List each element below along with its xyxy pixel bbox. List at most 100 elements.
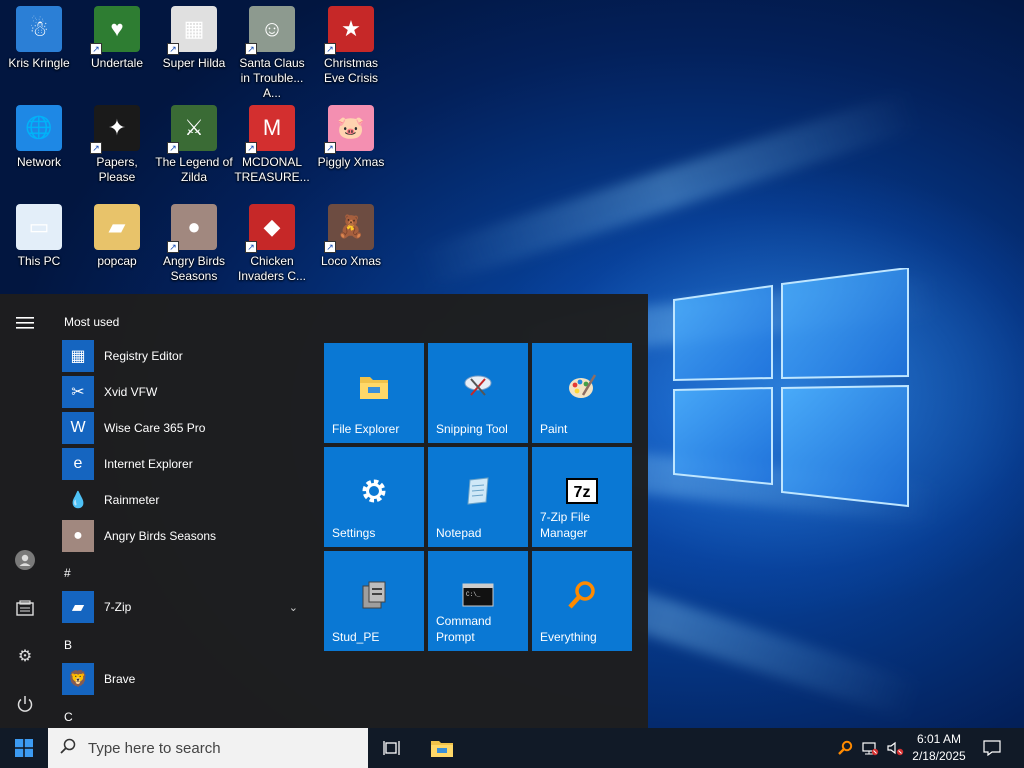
desktop-icon-label: Santa Claus in Trouble... A... (239, 56, 305, 100)
desktop-icon-folder[interactable]: ▰ popcap (78, 204, 156, 269)
desktop-icon-super-hilda[interactable]: ▦ ↗ Super Hilda (155, 6, 233, 71)
clock-time: 6:01 AM (916, 732, 962, 746)
registry-icon: ▦ (62, 340, 94, 372)
app-list: Most used ▦ Registry Editor ✂ Xvid VFW W Wise… (48, 294, 308, 728)
app-list-item-label: Wise Care 365 Pro (104, 421, 206, 435)
desktop-icon-this-pc[interactable]: ▭ This PC (0, 204, 78, 269)
app-list-item[interactable]: 🦁 Brave (62, 662, 306, 696)
shortcut-arrow-icon: ↗ (167, 241, 179, 253)
notepad-icon (462, 475, 494, 507)
power-icon[interactable] (12, 691, 38, 717)
desktop-icon-mcdonald[interactable]: M ↗ MCDONAL TREASURE... (233, 105, 311, 185)
desktop-icon-christmas-eve[interactable]: ★ ↗ Christmas Eve Crisis (312, 6, 390, 86)
desktop-icon-legend-of-zilda[interactable]: ⚔ ↗ The Legend of Zilda (155, 105, 233, 185)
app-list-item[interactable]: W Wise Care 365 Pro (62, 411, 306, 445)
tile-settings[interactable]: Settings (324, 447, 424, 547)
task-view-icon (383, 741, 400, 755)
shortcut-arrow-icon: ↗ (90, 142, 102, 154)
app-list-item[interactable]: ✂ Xvid VFW (62, 375, 306, 409)
desktop-icon-label: This PC (17, 254, 61, 268)
app-list-item[interactable]: ● Angry Birds Seasons (62, 519, 306, 553)
undertale-icon: ♥ ↗ (90, 6, 140, 55)
desktop-icon-label: Christmas Eve Crisis (323, 56, 378, 85)
internet-explorer-icon: e (62, 448, 94, 480)
search-input[interactable] (88, 739, 348, 757)
action-center-icon (983, 740, 1001, 756)
file-explorer-icon (358, 371, 390, 403)
tile-grid: File Explorer Snipping Tool Paint Settings N… (324, 343, 634, 653)
desktop-icon-label: Network (16, 155, 61, 169)
group-letter-heading[interactable]: B (64, 638, 72, 652)
notifications-button[interactable] (978, 728, 1006, 768)
tile-sevenzip[interactable]: 7z 7-Zip File Manager (532, 447, 632, 547)
settings-gear-icon[interactable]: ⚙ (12, 643, 38, 669)
group-letter-heading[interactable]: # (64, 566, 71, 580)
desktop-icon-label: Angry Birds Seasons (162, 254, 226, 283)
rainmeter-icon: 💧 (68, 492, 88, 509)
desktop-icon-papers-please[interactable]: ✦ ↗ Papers, Please (78, 105, 156, 185)
desktop-icon-label: Loco Xmas (320, 254, 382, 268)
xvid-icon: ✂ (62, 376, 94, 408)
hamburger-menu-icon[interactable] (12, 310, 38, 336)
tile-notepad[interactable]: Notepad (428, 447, 528, 547)
windows-logo-wallpaper (673, 268, 909, 508)
super-hilda-icon: ▦ ↗ (167, 6, 217, 55)
app-list-item-label: Brave (104, 672, 136, 686)
santa-claus-icon: ☺ ↗ (245, 6, 295, 55)
piggly-icon: 🐷 ↗ (324, 105, 374, 154)
tile-paint[interactable]: Paint (532, 343, 632, 443)
tile-snipping-tool[interactable]: Snipping Tool (428, 343, 528, 443)
user-account-icon[interactable] (12, 547, 38, 573)
task-view-button[interactable] (369, 728, 415, 768)
app-list-item[interactable]: ▰ 7-Zip ⌄ (62, 590, 306, 624)
desktop-icon-undertale[interactable]: ♥ ↗ Undertale (78, 6, 156, 71)
system-clock[interactable]: 6:01 AM 2/18/2025 (906, 731, 972, 765)
stud-pe-icon (358, 579, 390, 611)
shortcut-arrow-icon: ↗ (167, 142, 179, 154)
windows-logo-icon (15, 739, 33, 757)
desktop-icon-network[interactable]: 🌐 Network (0, 105, 78, 170)
tile-label: File Explorer (332, 422, 400, 436)
desktop-icon-chicken-invaders[interactable]: ◆ ↗ Chicken Invaders C... (233, 204, 311, 284)
this-pc-icon: ▭ (16, 204, 62, 250)
desktop-icon-kris-kringle[interactable]: ☃ Kris Kringle (0, 6, 78, 71)
network-tray-icon[interactable] (858, 728, 882, 768)
tile-command-prompt[interactable]: C:\_ Command Prompt (428, 551, 528, 651)
tile-everything[interactable]: Everything (532, 551, 632, 651)
everything-icon (566, 579, 598, 611)
command-prompt-icon: C:\_ (462, 579, 494, 611)
group-letter-heading[interactable]: C (64, 710, 73, 724)
everything-tray-icon[interactable] (834, 728, 856, 768)
documents-icon[interactable] (12, 595, 38, 621)
desktop-icon-label: Chicken Invaders C... (237, 254, 307, 283)
snipping-tool-icon (462, 371, 494, 403)
desktop-icon-piggly[interactable]: 🐷 ↗ Piggly Xmas (312, 105, 390, 170)
tile-label: Everything (540, 630, 597, 644)
desktop-icon-loco-xmas[interactable]: 🧸 ↗ Loco Xmas (312, 204, 390, 269)
tile-label: Snipping Tool (436, 422, 508, 436)
svg-text:C:\_: C:\_ (466, 591, 481, 598)
app-list-item[interactable]: e Internet Explorer (62, 447, 306, 481)
desktop-icon-angry-birds[interactable]: ● ↗ Angry Birds Seasons (155, 204, 233, 284)
legend-of-zilda-icon: ⚔ ↗ (167, 105, 217, 154)
chevron-down-icon[interactable]: ⌄ (289, 601, 298, 614)
folder-icon: ▰ (62, 591, 94, 623)
desktop-icon-label: Kris Kringle (8, 56, 70, 70)
app-list-item[interactable]: 💧 Rainmeter (62, 483, 306, 517)
taskbar-search-box[interactable] (48, 728, 368, 768)
shortcut-arrow-icon: ↗ (324, 142, 336, 154)
brave-icon: 🦁 (62, 663, 94, 695)
desktop-icon-label: MCDONAL TREASURE... (234, 155, 310, 184)
app-list-item[interactable]: ▦ Registry Editor (62, 339, 306, 373)
taskbar-file-explorer-button[interactable] (419, 728, 465, 768)
desktop-icon-santa-claus[interactable]: ☺ ↗ Santa Claus in Trouble... A... (233, 6, 311, 101)
tile-label: Command Prompt (436, 614, 492, 644)
start-button[interactable] (0, 728, 48, 768)
start-menu-rail: ⚙ (0, 294, 48, 728)
tile-file-explorer[interactable]: File Explorer (324, 343, 424, 443)
start-menu: ⚙ Most used ▦ Registry Editor ✂ Xvid VFW W Wi… (0, 294, 648, 728)
tile-stud-pe[interactable]: Stud_PE (324, 551, 424, 651)
app-list-item-label: Angry Birds Seasons (104, 529, 217, 543)
app-list-item-label: 7-Zip (104, 600, 132, 614)
volume-muted-icon[interactable] (883, 728, 907, 768)
